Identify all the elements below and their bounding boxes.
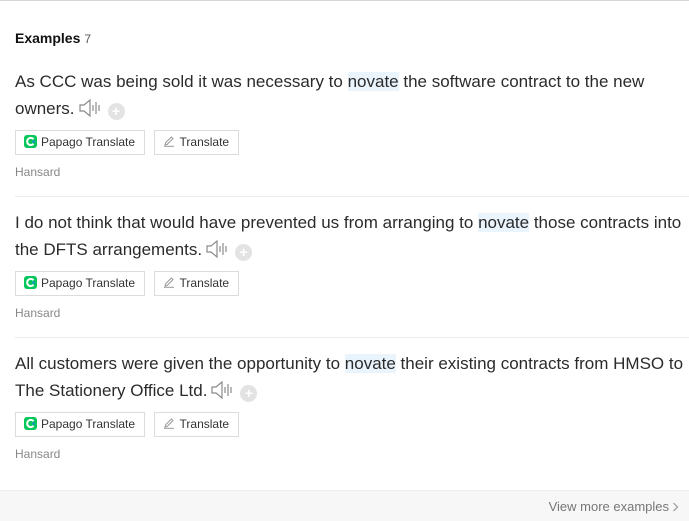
speaker-icon[interactable]: [205, 239, 229, 259]
papago-translate-button[interactable]: Papago Translate: [15, 412, 146, 437]
examples-header: Examples 7: [15, 30, 91, 46]
example-source: Hansard: [15, 165, 61, 179]
top-divider: [0, 0, 689, 1]
highlighted-term[interactable]: novate: [347, 72, 399, 91]
speaker-icon[interactable]: [210, 380, 234, 400]
translate-buttons: Papago Translate Translate: [15, 130, 689, 155]
example-divider: [15, 196, 689, 197]
chevron-right-icon: [673, 502, 679, 512]
example-item: As CCC was being sold it was necessary t…: [15, 68, 689, 179]
section-title: Examples: [15, 30, 81, 46]
translate-buttons: Papago Translate Translate: [15, 412, 689, 437]
example-divider: [15, 337, 689, 338]
example-source: Hansard: [15, 306, 61, 320]
translate-button[interactable]: Translate: [153, 271, 240, 296]
examples-footer: View more examples: [0, 490, 689, 521]
pen-icon: [163, 277, 174, 288]
translate-button[interactable]: Translate: [153, 130, 240, 155]
pen-icon: [163, 418, 174, 429]
papago-translate-button[interactable]: Papago Translate: [15, 271, 146, 296]
plus-icon[interactable]: +: [235, 244, 253, 261]
translate-buttons: Papago Translate Translate: [15, 271, 689, 296]
example-sentence: All customers were given the opportunity…: [15, 354, 684, 402]
example-source: Hansard: [15, 447, 61, 461]
example-sentence: I do not think that would have prevented…: [15, 213, 682, 261]
example-item: I do not think that would have prevented…: [15, 209, 689, 320]
speaker-icon[interactable]: [78, 98, 102, 118]
example-sentence: As CCC was being sold it was necessary t…: [15, 72, 645, 120]
highlighted-term[interactable]: novate: [478, 213, 530, 232]
pen-icon: [163, 136, 174, 147]
example-item: All customers were given the opportunity…: [15, 350, 689, 461]
papago-icon: [24, 276, 37, 289]
plus-icon[interactable]: +: [240, 385, 258, 402]
translate-button[interactable]: Translate: [153, 412, 240, 437]
highlighted-term[interactable]: novate: [344, 354, 396, 373]
examples-count: 7: [84, 32, 92, 46]
view-more-examples-link[interactable]: View more examples: [549, 499, 679, 514]
papago-icon: [24, 417, 37, 430]
plus-icon[interactable]: +: [107, 103, 125, 120]
papago-icon: [24, 135, 37, 148]
papago-translate-button[interactable]: Papago Translate: [15, 130, 146, 155]
